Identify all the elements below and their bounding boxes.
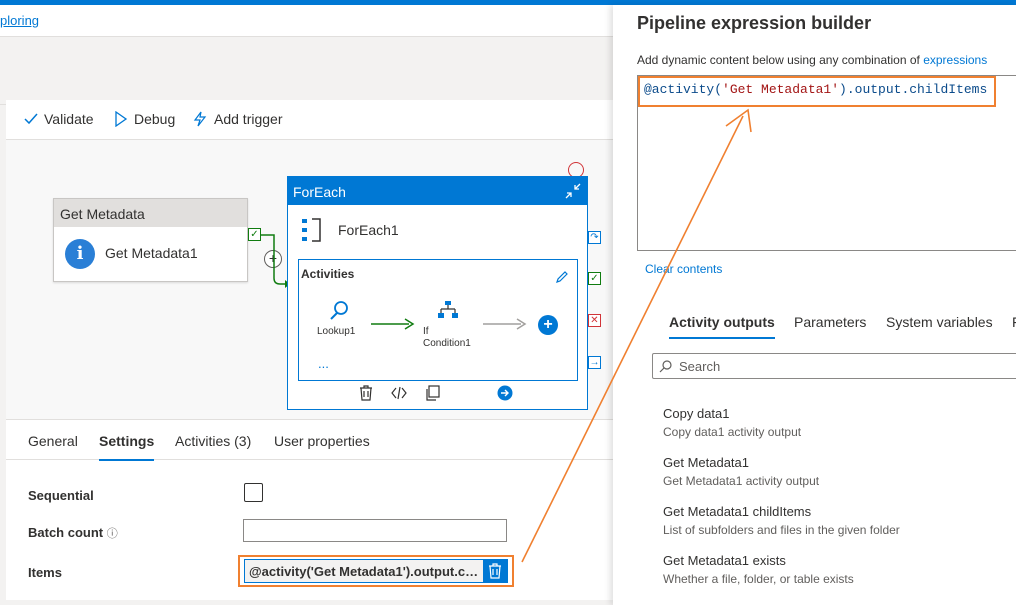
items-field-highlight: @activity('Get Metadata1').output.childI… xyxy=(238,555,514,587)
if-label-line1: If xyxy=(423,326,429,337)
sequential-label: Sequential xyxy=(28,488,94,503)
skip-port-icon[interactable]: ↷ xyxy=(588,231,601,244)
info-circle-icon: ⓘ xyxy=(106,528,118,540)
activity-output-title: Get Metadata1 childItems xyxy=(663,504,812,519)
tab-activity-outputs[interactable]: Activity outputs xyxy=(669,314,775,339)
info-icon: i xyxy=(65,239,95,269)
expr-prefix: @activity( xyxy=(644,82,723,97)
pipeline-canvas[interactable]: Get Metadata i Get Metadata1 ✓ + ForEach… xyxy=(6,140,613,420)
search-box[interactable]: Search xyxy=(652,353,1016,379)
activity-output-desc: Whether a file, folder, or table exists xyxy=(663,572,854,586)
collapse-icon[interactable] xyxy=(565,183,581,199)
builder-subtitle: Add dynamic content below using any comb… xyxy=(637,53,987,67)
tab-user-properties[interactable]: User properties xyxy=(274,433,370,449)
lookup-label: Lookup1 xyxy=(317,326,356,337)
exploring-link[interactable]: ploring xyxy=(0,13,39,28)
batch-count-label: Batch count ⓘ xyxy=(28,525,118,541)
navigate-icon[interactable] xyxy=(497,385,513,401)
activities-label: Activities xyxy=(301,267,355,281)
batch-count-text: Batch count xyxy=(28,525,104,540)
items-input[interactable]: @activity('Get Metadata1').output.childI… xyxy=(244,559,508,583)
completion-port-icon[interactable]: → xyxy=(588,356,601,369)
activity-output-desc: List of subfolders and files in the give… xyxy=(663,523,900,537)
tab-settings[interactable]: Settings xyxy=(99,433,155,461)
activity-output-desc: Copy data1 activity output xyxy=(663,425,802,439)
activity-output-desc: Get Metadata1 activity output xyxy=(663,474,820,488)
add-activity-icon[interactable]: + xyxy=(538,315,558,335)
trash-icon xyxy=(489,563,501,579)
debug-label: Debug xyxy=(134,111,176,127)
expression-editor[interactable]: @activity('Get Metadata1').output.childI… xyxy=(637,75,1016,251)
tab-system-variables[interactable]: System variables xyxy=(886,314,993,330)
edit-pencil-icon[interactable] xyxy=(555,270,569,284)
play-icon xyxy=(115,111,128,127)
expr-suffix: ).output.childItems xyxy=(839,82,988,97)
checkmark-icon xyxy=(24,113,38,125)
expression-builder-panel: Pipeline expression builder Add dynamic … xyxy=(613,5,1016,605)
delete-icon[interactable] xyxy=(358,385,374,401)
link-row: ploring xyxy=(0,5,613,37)
activity-output-item[interactable]: Get Metadata1 Get Metadata1 activity out… xyxy=(663,455,819,488)
batch-count-input[interactable] xyxy=(243,519,507,542)
foreach-name: ForEach1 xyxy=(338,222,399,238)
builder-subtitle-text: Add dynamic content below using any comb… xyxy=(637,53,920,67)
foreach-icon xyxy=(302,218,321,242)
activity-output-item[interactable]: Get Metadata1 exists Whether a file, fol… xyxy=(663,553,854,586)
properties-tabs: General Settings Activities (3) User pro… xyxy=(6,420,613,461)
pending-arrow-icon xyxy=(483,318,527,330)
validate-button[interactable]: Validate xyxy=(24,111,94,127)
header-strip xyxy=(0,37,613,105)
if-condition-icon xyxy=(438,301,458,318)
foreach-header-label: ForEach xyxy=(293,184,346,200)
tab-parameters[interactable]: Parameters xyxy=(794,314,866,330)
get-metadata-activity[interactable]: Get Metadata i Get Metadata1 xyxy=(53,198,248,282)
activities-container[interactable]: Activities Lookup1 If Condition1 + ... xyxy=(298,259,578,381)
foreach-success-port-icon[interactable]: ✓ xyxy=(588,272,601,285)
activity-output-item[interactable]: Get Metadata1 childItems List of subfold… xyxy=(663,504,900,537)
activity-output-item[interactable]: Copy data1 Copy data1 activity output xyxy=(663,406,801,439)
foreach-header: ForEach xyxy=(288,177,587,205)
add-trigger-button[interactable]: Add trigger xyxy=(192,111,282,127)
more-indicator: ... xyxy=(318,356,329,371)
clear-contents-link[interactable]: Clear contents xyxy=(645,262,722,276)
copy-icon[interactable] xyxy=(425,385,441,401)
expression-text-highlight: @activity('Get Metadata1').output.childI… xyxy=(638,76,996,107)
get-metadata-header: Get Metadata xyxy=(54,199,247,227)
items-delete-button[interactable] xyxy=(483,560,507,582)
foreach-activity[interactable]: ForEach ForEach1 Activities Lookup1 If C… xyxy=(287,176,588,410)
expr-string: 'Get Metadata1' xyxy=(722,82,840,97)
sequential-checkbox[interactable] xyxy=(244,483,263,502)
items-value: @activity('Get Metadata1').output.childI… xyxy=(249,564,481,579)
activity-output-title: Copy data1 xyxy=(663,406,730,421)
if-label-line2: Condition1 xyxy=(423,338,471,349)
code-icon[interactable] xyxy=(391,385,407,401)
add-trigger-label: Add trigger xyxy=(214,111,283,127)
get-metadata-name: Get Metadata1 xyxy=(105,245,198,261)
debug-button[interactable]: Debug xyxy=(114,111,175,127)
activity-output-title: Get Metadata1 exists xyxy=(663,553,786,568)
activity-output-title: Get Metadata1 xyxy=(663,455,749,470)
builder-title: Pipeline expression builder xyxy=(637,13,872,33)
tab-functions[interactable]: F xyxy=(1012,314,1016,330)
tab-general[interactable]: General xyxy=(28,433,78,449)
tab-activities[interactable]: Activities (3) xyxy=(175,433,251,449)
search-icon xyxy=(659,360,672,373)
expressions-link[interactable]: expressions xyxy=(923,53,987,67)
validate-label: Validate xyxy=(44,111,94,127)
pipeline-toolbar: Validate Debug Add trigger xyxy=(6,100,613,140)
if-condition-label: If Condition1 xyxy=(423,326,471,350)
items-label: Items xyxy=(28,565,62,580)
lookup-icon xyxy=(330,301,348,320)
search-placeholder: Search xyxy=(679,359,721,374)
lightning-icon xyxy=(193,111,207,127)
failure-port-icon[interactable]: ✕ xyxy=(588,314,601,327)
success-arrow-icon xyxy=(371,318,415,330)
